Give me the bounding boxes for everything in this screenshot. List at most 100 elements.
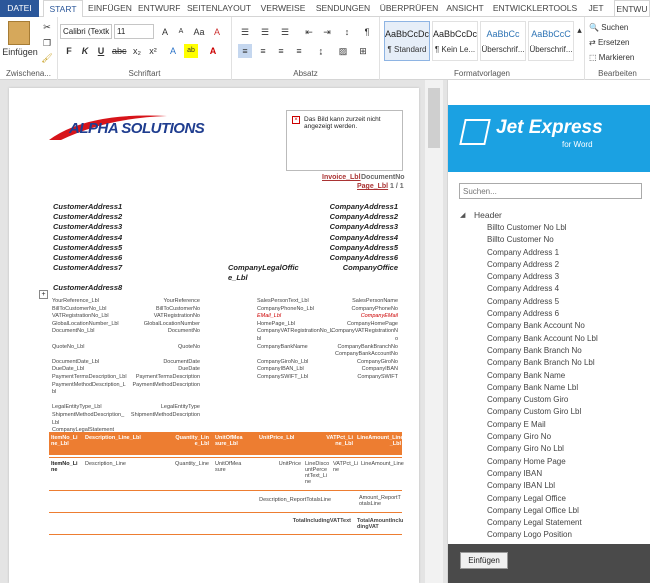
font-group: Calibri (Textk 11 A A Aa A F K U abc x₂ … xyxy=(58,17,232,80)
italic-icon[interactable]: K xyxy=(78,44,92,58)
editing-label: Bearbeiten xyxy=(598,69,637,78)
paragraph-label: Absatz xyxy=(293,69,318,78)
subscript-icon[interactable]: x₂ xyxy=(130,44,144,58)
cut-icon[interactable]: ✂ xyxy=(40,20,54,34)
align-center-icon[interactable]: ≡ xyxy=(256,44,270,58)
tree-item[interactable]: Company E Mail xyxy=(487,419,598,431)
decrease-indent-icon[interactable]: ⇤ xyxy=(302,25,316,39)
numbering-icon[interactable]: ☰ xyxy=(258,25,272,39)
select-button[interactable]: ⬚ Markieren xyxy=(589,51,634,65)
styles-scroll-icon[interactable]: ▴ xyxy=(575,23,584,37)
superscript-icon[interactable]: x² xyxy=(146,44,160,58)
tab-start[interactable]: START xyxy=(43,0,83,18)
total-incl-vat-row: TotalIncludingVATText TotalAmountInclu d… xyxy=(49,515,403,535)
replace-button[interactable]: ⇄ Ersetzen xyxy=(589,36,630,50)
shrink-font-icon[interactable]: A xyxy=(174,25,188,39)
font-size-select[interactable]: 11 xyxy=(114,24,154,39)
bold-icon[interactable]: F xyxy=(62,44,76,58)
font-color-icon[interactable]: A xyxy=(206,44,220,58)
tree-item[interactable]: Billto Customer No Lbl xyxy=(487,222,598,234)
tree-item[interactable]: Company Address 4 xyxy=(487,283,598,295)
find-button[interactable]: 🔍 Suchen xyxy=(589,21,628,35)
tree-item[interactable]: Company Custom Giro xyxy=(487,394,598,406)
align-left-icon[interactable]: ≡ xyxy=(238,44,252,58)
tree-item[interactable]: Company Legal Office Lbl xyxy=(487,505,598,517)
clear-format-icon[interactable]: A xyxy=(210,25,224,39)
align-right-icon[interactable]: ≡ xyxy=(274,44,288,58)
show-marks-icon[interactable]: ¶ xyxy=(360,25,374,39)
tree-item[interactable]: Company IBAN xyxy=(487,468,598,480)
format-painter-icon[interactable]: 🖌 xyxy=(40,51,54,65)
borders-icon[interactable]: ⊞ xyxy=(356,44,370,58)
tree-item[interactable]: Billto Customer No xyxy=(487,234,598,246)
tree-item[interactable]: Company Address 1 xyxy=(487,247,598,259)
style-no-spacing[interactable]: AaBbCcDc ¶ Kein Le... xyxy=(432,21,478,61)
style-preview: AaBbCc xyxy=(486,29,520,39)
tab-mailings[interactable]: SENDUNGEN xyxy=(312,0,374,17)
scroll-thumb[interactable] xyxy=(428,88,440,148)
tree-item[interactable]: Company Address 3 xyxy=(487,271,598,283)
underline-icon[interactable]: U xyxy=(94,44,108,58)
tree-item[interactable]: Company Address 6 xyxy=(487,308,598,320)
tab-review[interactable]: ÜBERPRÜFEN xyxy=(378,0,440,17)
tree-item[interactable]: Company Bank Account No xyxy=(487,320,598,332)
bullets-icon[interactable]: ☰ xyxy=(238,25,252,39)
tab-design-2[interactable]: ENTWU xyxy=(614,0,650,17)
grow-font-icon[interactable]: A xyxy=(158,25,172,39)
tree-item[interactable]: Company Home Page xyxy=(487,456,598,468)
shading-icon[interactable]: ▨ xyxy=(336,44,350,58)
document-scrollbar[interactable] xyxy=(425,80,443,583)
tree-expand-icon[interactable]: ◢ xyxy=(460,211,465,219)
paste-button[interactable]: Einfügen xyxy=(2,45,38,59)
justify-icon[interactable]: ≡ xyxy=(292,44,306,58)
broken-image-icon: × xyxy=(292,116,300,124)
company-address-line: CompanyAddress2 xyxy=(329,212,398,222)
increase-indent-icon[interactable]: ⇥ xyxy=(320,25,334,39)
totals-row: Description_ReportTotalsLine Amount_Repo… xyxy=(49,493,402,513)
tab-developer[interactable]: ENTWICKLERTOOLS xyxy=(490,0,580,17)
strikethrough-icon[interactable]: abc xyxy=(112,44,127,58)
change-case-icon[interactable]: Aa xyxy=(192,25,206,39)
tree-item[interactable]: Company Giro No xyxy=(487,431,598,443)
tree-item[interactable]: Company Bank Account No Lbl xyxy=(487,333,598,345)
field-value: CompanyBankAccountNo xyxy=(335,351,398,358)
field-value: CompanyEMail xyxy=(360,313,398,320)
tree-item[interactable]: Company Bank Branch No xyxy=(487,345,598,357)
jet-brand: Jet Express xyxy=(496,117,603,138)
tab-page-layout[interactable]: SEITENLAYOUT xyxy=(184,0,254,17)
tree-item[interactable]: Company Custom Giro Lbl xyxy=(487,406,598,418)
table-move-handle-icon[interactable]: + xyxy=(39,290,48,299)
tree-item[interactable]: Company Bank Name Lbl xyxy=(487,382,598,394)
tab-references[interactable]: VERWEISE xyxy=(258,0,308,17)
tab-file[interactable]: DATEI xyxy=(0,0,39,17)
company-address-line: CompanyAddress1 xyxy=(329,202,398,211)
line-spacing-icon[interactable]: ↨ xyxy=(314,44,328,58)
tree-root-header[interactable]: Header xyxy=(474,210,502,220)
multilevel-icon[interactable]: ☰ xyxy=(278,25,292,39)
tab-view[interactable]: ANSICHT xyxy=(444,0,486,17)
style-standard[interactable]: AaBbCcDc ¶ Standard xyxy=(384,21,430,61)
tree-item[interactable]: Company Bank Name xyxy=(487,370,598,382)
tree-item[interactable]: Company Giro No Lbl xyxy=(487,443,598,455)
highlight-icon[interactable]: ab xyxy=(184,44,198,58)
copy-icon[interactable]: ❐ xyxy=(40,36,54,50)
tree-item[interactable]: Company Legal Office xyxy=(487,493,598,505)
insert-button[interactable]: Einfügen xyxy=(460,552,508,569)
tree-item[interactable]: Company Legal Statement xyxy=(487,517,598,529)
tab-jet[interactable]: JET xyxy=(584,0,608,17)
tree-item[interactable]: Company IBAN Lbl xyxy=(487,480,598,492)
tab-design[interactable]: ENTWURF xyxy=(138,0,181,17)
tree-item[interactable]: Company Address 2 xyxy=(487,259,598,271)
style-heading-1[interactable]: AaBbCc Überschrif... xyxy=(480,21,526,61)
font-name-select[interactable]: Calibri (Textk xyxy=(60,24,112,39)
tab-insert[interactable]: EINFÜGEN xyxy=(86,0,134,17)
jet-subtitle: for Word xyxy=(562,140,593,149)
tree-item[interactable]: Company Bank Branch No Lbl xyxy=(487,357,598,369)
sort-icon[interactable]: ↕ xyxy=(340,25,354,39)
style-heading-2[interactable]: AaBbCcC Überschrif... xyxy=(528,21,574,61)
tree-item[interactable]: Company Logo Position xyxy=(487,529,598,541)
field-search-input[interactable] xyxy=(459,183,642,199)
table-header-cell: VATPct_Li ne_Lbl xyxy=(326,435,353,447)
tree-item[interactable]: Company Address 5 xyxy=(487,296,598,308)
text-effects-icon[interactable]: A xyxy=(166,44,180,58)
